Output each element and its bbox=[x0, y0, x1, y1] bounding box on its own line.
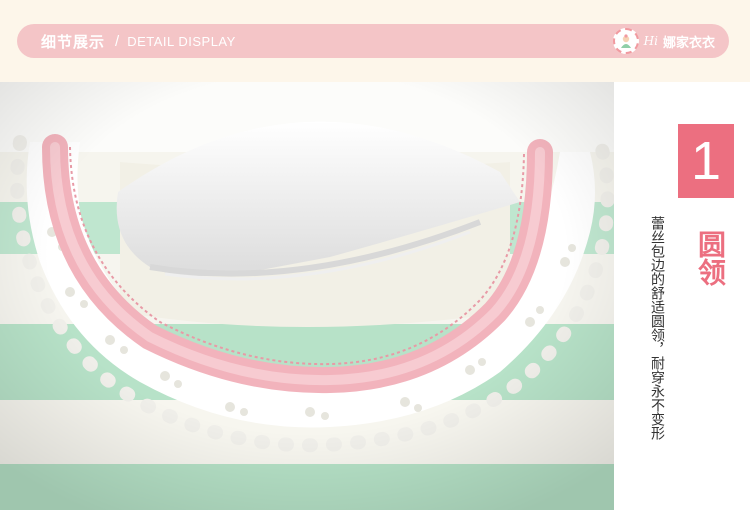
feature-panel: 1 圆领 蕾丝包边的舒适圆领，耐穿永不变形 bbox=[614, 82, 750, 510]
section-title-cn: 细节展示 bbox=[41, 32, 106, 51]
feature-title: 圆领 bbox=[694, 230, 727, 286]
header-bar: 细节展示 / DETAIL DISPLAY Hi 娜家衣衣 bbox=[0, 0, 750, 82]
baby-logo-icon bbox=[612, 28, 639, 54]
product-photo bbox=[0, 82, 614, 510]
brand-name: 娜家衣衣 bbox=[662, 35, 715, 51]
brand-hi: Hi bbox=[643, 34, 658, 48]
feature-number: 1 bbox=[678, 124, 734, 198]
feature-description: 蕾丝包边的舒适圆领，耐穿永不变形 bbox=[649, 216, 665, 440]
brand: Hi 娜家衣衣 bbox=[612, 24, 715, 58]
title-separator: / bbox=[115, 32, 120, 50]
section-title-en: DETAIL DISPLAY bbox=[127, 33, 236, 49]
section-header: 细节展示 / DETAIL DISPLAY Hi 娜家衣衣 bbox=[17, 24, 729, 58]
